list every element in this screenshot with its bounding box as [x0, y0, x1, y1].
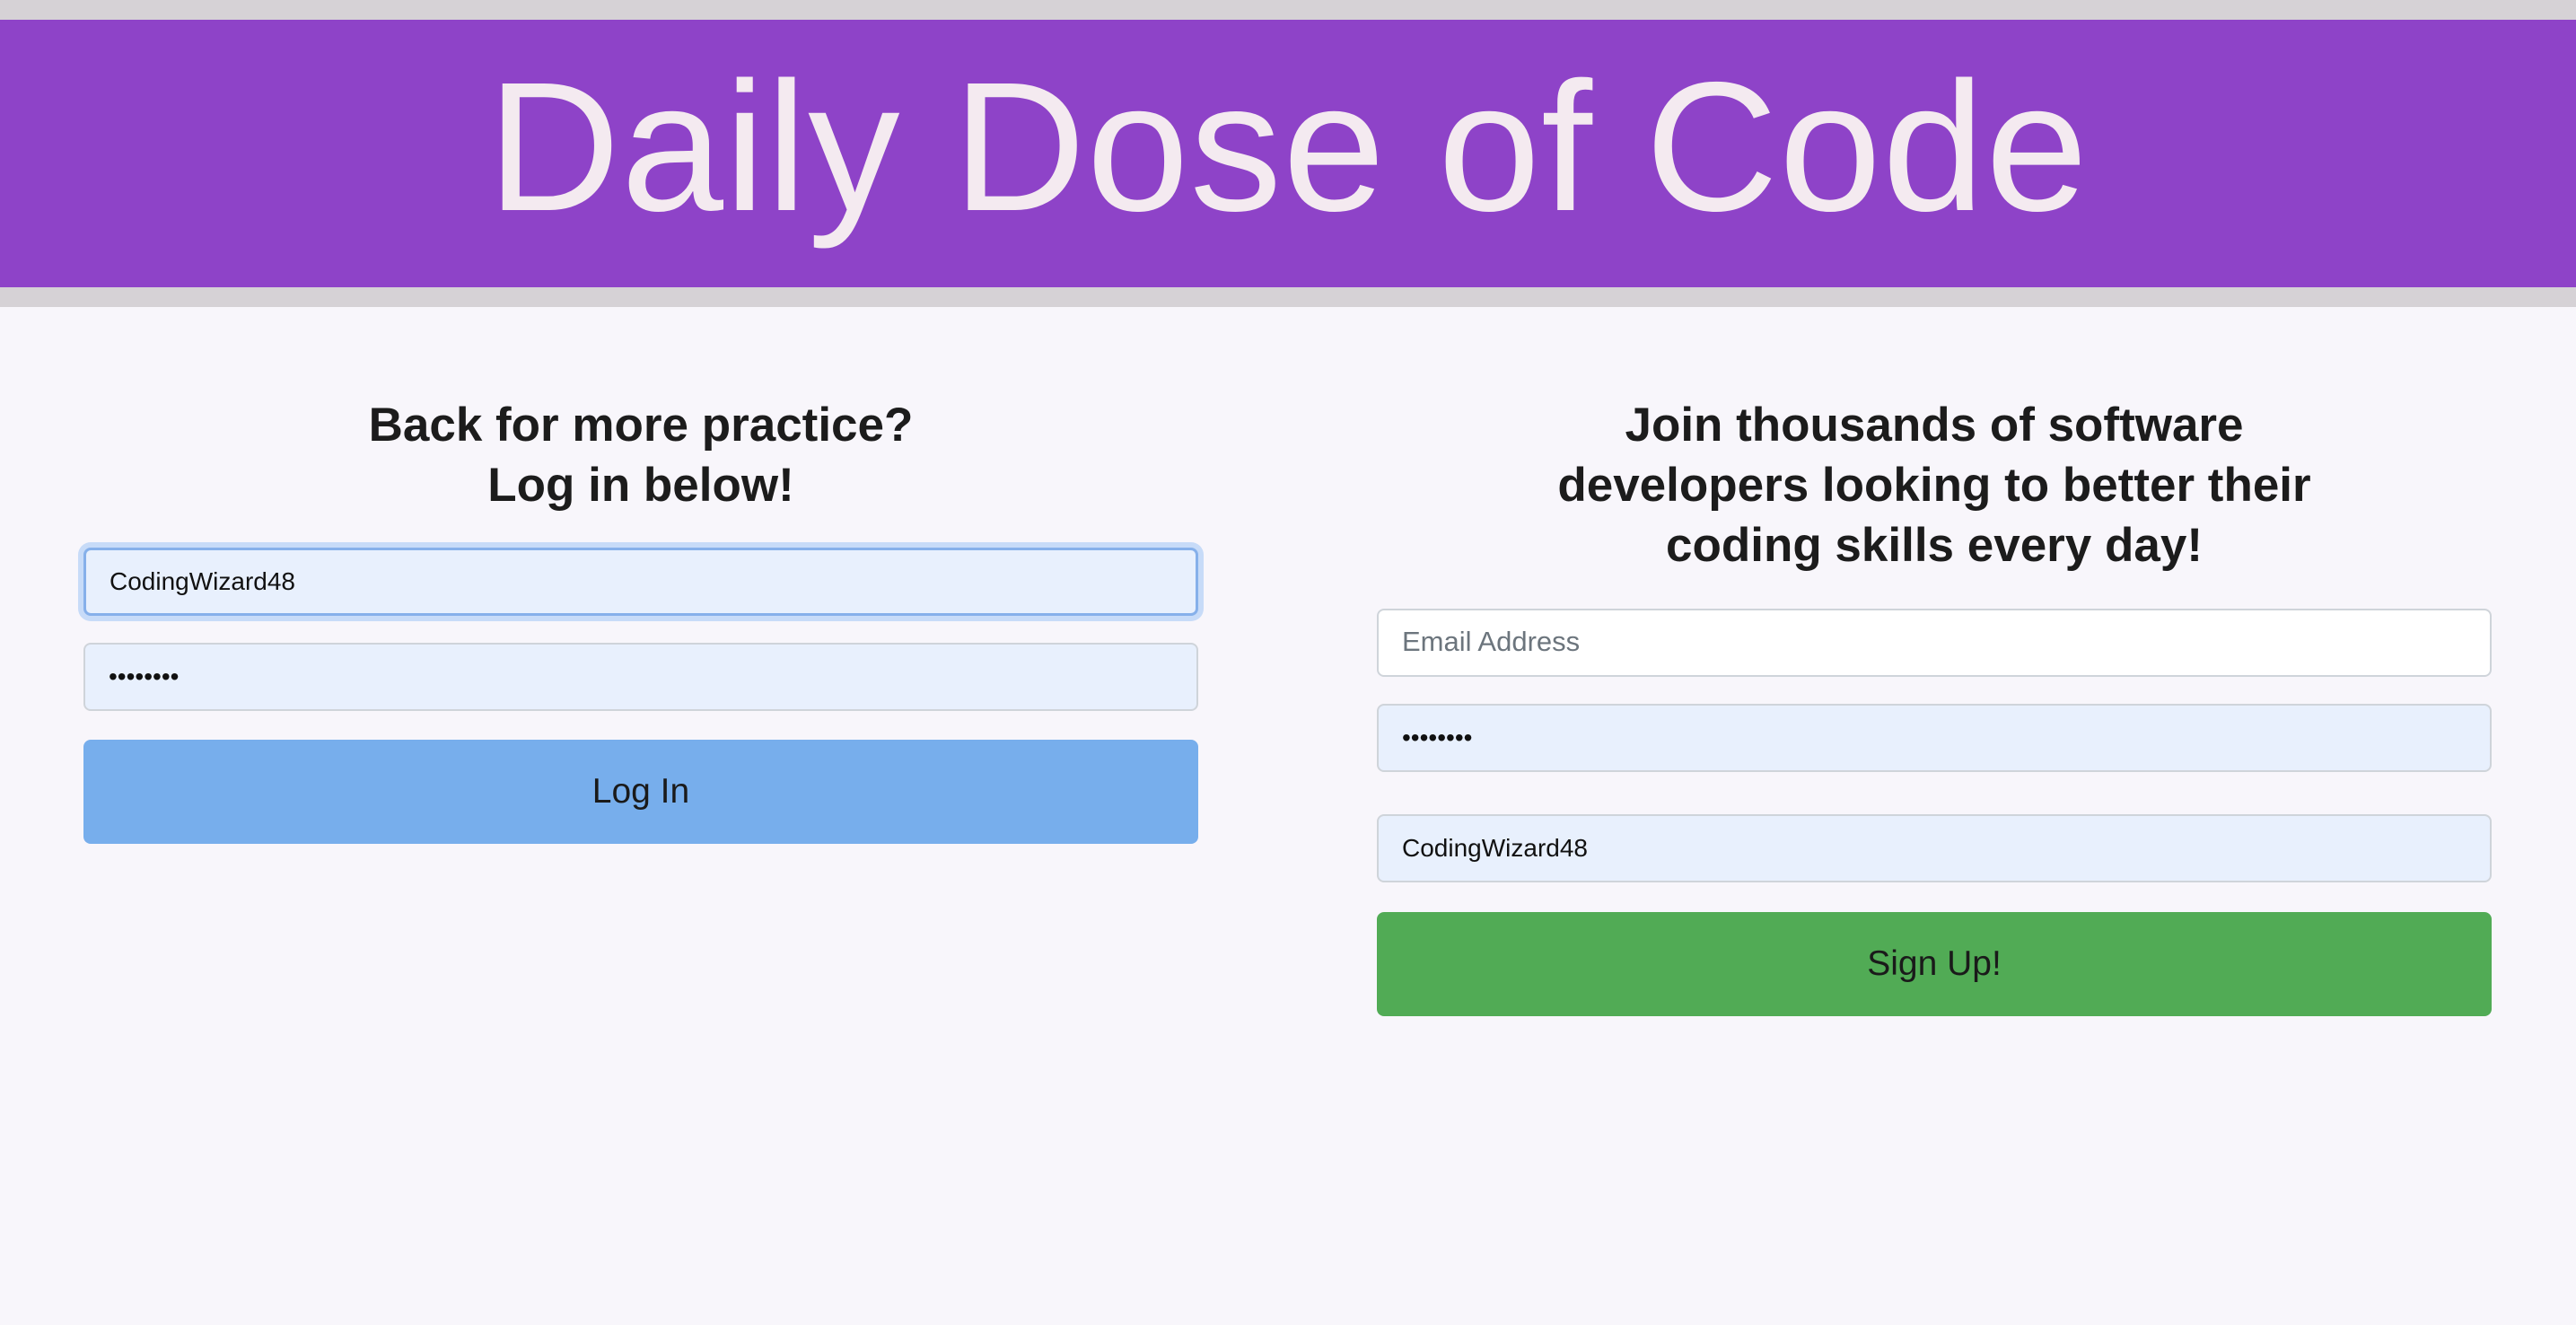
- signup-email-input[interactable]: [1377, 609, 2492, 677]
- signup-heading-line1: Join thousands of software: [1625, 399, 2244, 452]
- site-title: Daily Dose of Code: [486, 43, 2090, 250]
- login-heading-line1: Back for more practice?: [368, 399, 914, 452]
- signup-password-input[interactable]: [1377, 704, 2492, 772]
- signup-heading-line3: coding skills every day!: [1666, 519, 2203, 572]
- login-heading: Back for more practice? Log in below!: [83, 395, 1198, 515]
- login-button[interactable]: Log In: [83, 740, 1198, 844]
- login-section: Back for more practice? Log in below! Lo…: [83, 395, 1198, 844]
- header-banner: Daily Dose of Code: [0, 20, 2576, 287]
- login-username-input[interactable]: [83, 548, 1198, 616]
- signup-button[interactable]: Sign Up!: [1377, 912, 2492, 1016]
- signup-heading-line2: developers looking to better their: [1557, 459, 2311, 512]
- signup-section: Join thousands of software developers lo…: [1377, 395, 2492, 1016]
- signup-username-input[interactable]: [1377, 814, 2492, 882]
- page: Daily Dose of Code Back for more practic…: [0, 0, 2576, 1325]
- login-heading-line2: Log in below!: [487, 459, 794, 512]
- signup-heading: Join thousands of software developers lo…: [1377, 395, 2492, 575]
- login-password-input[interactable]: [83, 643, 1198, 711]
